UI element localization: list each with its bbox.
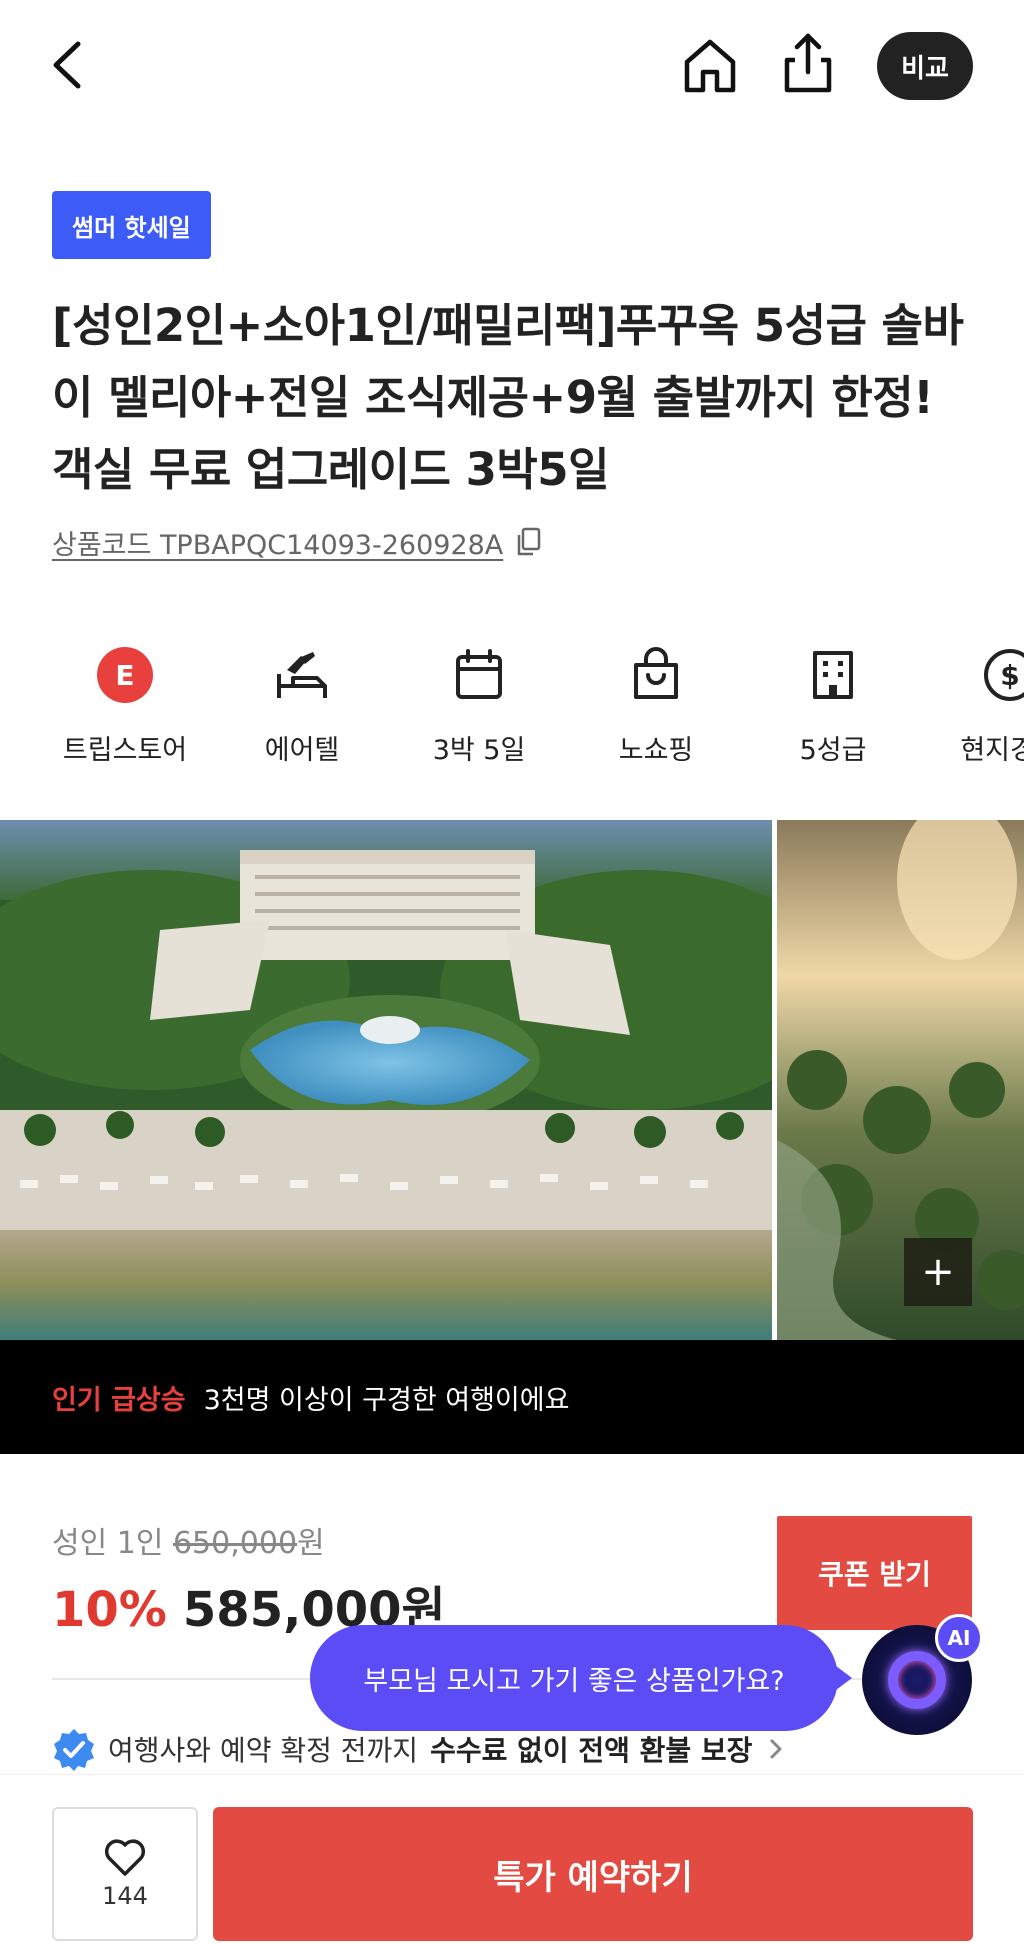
popular-banner: 인기 급상승 3천명 이상이 구경한 여행이에요 — [0, 1340, 1024, 1454]
bottom-action-bar: 144 특가 예약하기 — [0, 1774, 1024, 1944]
calendar-icon — [456, 649, 502, 699]
price-label: 성인 1인 650,000원 — [52, 1518, 325, 1562]
feature-local-cost[interactable]: $ 현지경비 — [925, 640, 1024, 770]
feature-label: 현지경비 — [960, 735, 1024, 766]
feature-noshopping[interactable]: 노쇼핑 — [571, 640, 741, 770]
original-price-unit: 원 — [297, 1526, 325, 1561]
share-icon — [784, 33, 832, 93]
discount-rate: 10% — [52, 1582, 167, 1638]
photo-gallery[interactable] — [0, 820, 1024, 1340]
popular-tag: 인기 급상승 — [52, 1384, 186, 1416]
ai-badge: AI — [935, 1614, 983, 1662]
heart-icon — [104, 1839, 146, 1876]
svg-text:$: $ — [1000, 659, 1019, 692]
ai-orb-icon — [888, 1651, 946, 1709]
home-icon — [684, 39, 736, 93]
airtel-icon — [277, 652, 327, 698]
share-button[interactable] — [773, 28, 843, 98]
compare-button[interactable]: 비교 — [877, 32, 973, 100]
tripstore-e-icon: E — [97, 647, 153, 703]
coupon-button[interactable]: 쿠폰 받기 — [777, 1516, 972, 1630]
feature-row: E 트립스토어 에어텔 3박 5일 노쇼핑 5성급 $ 현지경 — [0, 640, 1024, 770]
price-prefix: 성인 1인 — [52, 1526, 173, 1561]
feature-duration[interactable]: 3박 5일 — [394, 640, 564, 770]
back-button[interactable] — [40, 30, 96, 100]
popular-text: 3천명 이상이 구경한 여행이에요 — [203, 1384, 570, 1416]
back-icon — [53, 41, 81, 89]
copy-icon — [518, 527, 541, 556]
feature-label: 5성급 — [799, 735, 867, 766]
resort-aerial-photo[interactable] — [0, 820, 772, 1340]
home-button[interactable] — [675, 30, 745, 100]
building-icon — [813, 651, 853, 699]
feature-label: 에어텔 — [264, 735, 340, 766]
shopping-bag-icon — [634, 647, 678, 699]
original-price: 650,000 — [172, 1526, 298, 1561]
wishlist-button[interactable]: 144 — [52, 1807, 198, 1941]
feature-hotel-grade[interactable]: 5성급 — [748, 640, 918, 770]
product-title: [성인2인+소아1인/패밀리팩]푸꾸옥 5성급 솔바이 멜리아+전일 조식제공+… — [52, 299, 964, 496]
feature-airtel[interactable]: 에어텔 — [217, 640, 387, 770]
refund-strong-text: 수수료 없이 전액 환불 보장 — [430, 1734, 753, 1767]
refund-text: 여행사와 예약 확정 전까지 — [108, 1734, 419, 1767]
wishlist-count: 144 — [102, 1882, 148, 1910]
feature-label: 트립스토어 — [62, 735, 188, 766]
resort-beach-photo[interactable] — [777, 820, 1024, 1340]
more-photos-button[interactable]: + — [904, 1238, 972, 1306]
verified-check-icon — [54, 1729, 94, 1771]
chevron-right-icon — [770, 1739, 782, 1759]
product-code[interactable]: 상품코드 TPBAPQC14093-260928A — [52, 522, 543, 562]
currency-icon: $ — [984, 649, 1024, 701]
feature-label: 노쇼핑 — [618, 735, 694, 766]
feature-label: 3박 5일 — [432, 735, 526, 766]
top-navigation: 비교 — [0, 0, 1024, 130]
book-button[interactable]: 특가 예약하기 — [213, 1807, 973, 1941]
ai-question-bubble[interactable]: 부모님 모시고 가기 좋은 상품인가요? — [310, 1625, 852, 1731]
feature-tripstore[interactable]: E 트립스토어 — [40, 640, 210, 770]
sale-badge: 썸머 핫세일 — [52, 191, 211, 259]
product-code-text: 상품코드 TPBAPQC14093-260928A — [52, 529, 504, 561]
